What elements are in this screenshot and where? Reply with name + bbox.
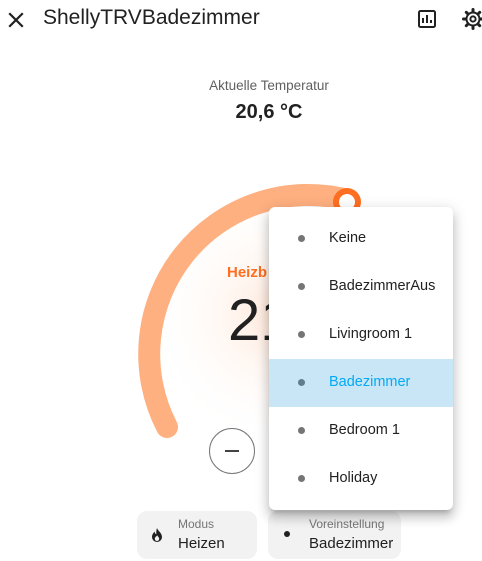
dialog-header: ShellyTRVBadezimmer — [0, 0, 482, 40]
preset-option-holiday[interactable]: Holiday — [269, 455, 453, 503]
preset-chip[interactable]: Voreinstellung Badezimmer — [268, 511, 401, 559]
close-button[interactable] — [2, 4, 30, 32]
dot-icon — [298, 331, 305, 338]
mode-chip-title: Modus — [178, 517, 215, 531]
preset-option-label: Badezimmer — [329, 374, 411, 390]
preset-option-bedroom-1[interactable]: Bedroom 1 — [269, 407, 453, 455]
preset-option-keine[interactable]: Keine — [269, 215, 453, 263]
dialog-title: ShellyTRVBadezimmer — [43, 6, 260, 29]
gear-icon — [462, 8, 482, 30]
current-temperature-value: 20,6 °C — [235, 101, 303, 123]
preset-option-label: BadezimmerAus — [329, 278, 436, 294]
preset-option-label: Livingroom 1 — [329, 326, 413, 342]
history-button[interactable] — [414, 6, 440, 32]
preset-chip-title: Voreinstellung — [309, 517, 385, 531]
mode-chip[interactable]: Modus Heizen — [137, 511, 257, 559]
flame-icon — [152, 528, 162, 542]
preset-menu-list: Keine BadezimmerAus Livingroom 1 Badezim… — [269, 215, 453, 503]
mode-chip-value: Heizen — [178, 535, 225, 552]
preset-option-badezimmeraus[interactable]: BadezimmerAus — [269, 263, 453, 311]
dot-icon — [298, 235, 305, 242]
preset-option-livingroom-1[interactable]: Livingroom 1 — [269, 311, 453, 359]
history-chart-icon — [418, 10, 436, 28]
settings-button[interactable] — [460, 6, 482, 32]
current-temperature: Aktuelle Temperatur 20,6 °C — [0, 78, 482, 124]
current-temperature-label: Aktuelle Temperatur — [209, 78, 329, 93]
preset-menu: Keine BadezimmerAus Livingroom 1 Badezim… — [269, 207, 453, 510]
decrease-temperature-button[interactable] — [209, 428, 255, 474]
dot-icon — [298, 475, 305, 482]
preset-option-badezimmer[interactable]: Badezimmer — [269, 359, 453, 407]
hvac-action-label: Heizb — [227, 264, 268, 281]
dot-icon — [298, 283, 305, 290]
dot-icon — [298, 427, 305, 434]
preset-option-label: Holiday — [329, 470, 378, 486]
preset-chip-value: Badezimmer — [309, 535, 394, 552]
dot-icon — [284, 531, 290, 537]
preset-option-label: Bedroom 1 — [329, 422, 400, 438]
close-icon — [8, 12, 24, 28]
dot-icon — [298, 379, 305, 386]
preset-option-label: Keine — [329, 230, 367, 246]
